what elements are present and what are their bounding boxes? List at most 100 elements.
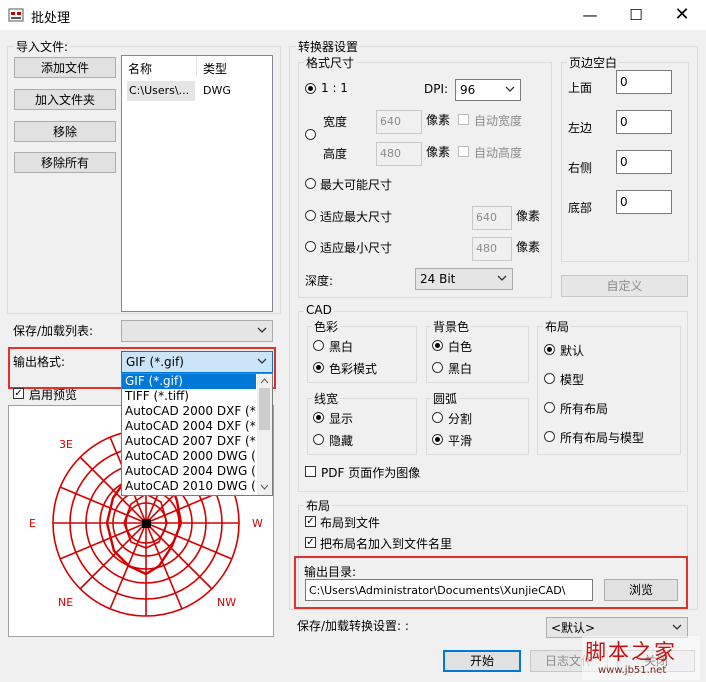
layout-to-file-checkbox[interactable]: ✓ xyxy=(305,516,316,527)
depth-select[interactable]: 24 Bit xyxy=(415,268,513,290)
format-option[interactable]: AutoCAD 2010 DWG (*.dw xyxy=(122,479,256,494)
layout-mode-label: 布局 xyxy=(543,318,572,335)
height-unit-label: 像素 xyxy=(426,145,451,159)
settings-value: <默认> xyxy=(551,621,596,635)
remove-button[interactable]: 移除 xyxy=(14,121,116,142)
height-field[interactable]: 480 xyxy=(376,142,422,166)
app-icon xyxy=(8,8,24,22)
scroll-down-icon[interactable] xyxy=(259,482,270,492)
format-option[interactable]: AutoCAD 2000 DWG (*.dw xyxy=(122,449,256,464)
margin-top-field[interactable]: 0 xyxy=(616,70,672,94)
fit-min-radio[interactable] xyxy=(305,241,316,252)
fit-max-label: 适应最大尺寸 xyxy=(320,210,393,224)
table-row[interactable]: C:\Users\... xyxy=(127,81,195,101)
width-field[interactable]: 640 xyxy=(376,110,422,134)
preview-checkbox[interactable]: ✓ xyxy=(13,388,24,399)
format-option[interactable]: AutoCAD 2000 DXF (*.dxf xyxy=(122,404,256,419)
file-type-cell: DWG xyxy=(203,84,231,97)
fit-max-field[interactable]: 640 xyxy=(472,206,512,230)
lineweight-hide-label: 隐藏 xyxy=(329,434,354,448)
background-white-radio[interactable] xyxy=(432,340,443,351)
settings-select[interactable]: <默认> xyxy=(546,617,688,638)
width-label: 宽度 xyxy=(323,115,348,129)
width-unit-label: 像素 xyxy=(426,113,451,127)
fit-max-radio[interactable] xyxy=(305,210,316,221)
add-layout-name-checkbox[interactable]: ✓ xyxy=(305,537,316,548)
color-label: 色彩 xyxy=(312,318,341,335)
preview-label-sw: NE xyxy=(58,596,73,609)
custom-button[interactable]: 自定义 xyxy=(561,275,688,297)
column-name-header[interactable]: 名称 xyxy=(128,60,152,77)
format-dropdown-list[interactable]: GIF (*.gif) TIFF (*.tiff) AutoCAD 2000 D… xyxy=(121,373,273,496)
scroll-thumb[interactable] xyxy=(259,388,270,430)
auto-width-checkbox[interactable] xyxy=(458,114,469,125)
start-button[interactable]: 开始 xyxy=(443,650,521,672)
color-mode-radio[interactable] xyxy=(313,362,324,373)
max-possible-label: 最大可能尺寸 xyxy=(320,178,393,192)
format-option[interactable]: AutoCAD 2007 DXF (*.dxf xyxy=(122,434,256,449)
layout-all-label: 所有布局 xyxy=(560,402,609,416)
format-option[interactable]: GIF (*.gif) xyxy=(122,374,256,389)
ratio-radio[interactable] xyxy=(305,83,316,94)
margin-right-field[interactable]: 0 xyxy=(616,150,672,174)
color-mode-label: 色彩模式 xyxy=(329,362,378,376)
save-load-settings-label: 保存/加载转换设置: : xyxy=(297,619,409,633)
dropdown-scrollbar[interactable] xyxy=(257,374,272,495)
margin-bottom-field[interactable]: 0 xyxy=(616,190,672,214)
arc-split-radio[interactable] xyxy=(432,412,443,423)
format-option[interactable]: AutoCAD 2004 DWG (*.dw xyxy=(122,464,256,479)
lineweight-label: 线宽 xyxy=(312,390,341,407)
title-bar: 批处理 — ☐ ✕ xyxy=(0,0,706,30)
background-label: 背景色 xyxy=(431,318,472,335)
color-bw-radio[interactable] xyxy=(313,340,324,351)
close-icon[interactable]: ✕ xyxy=(659,0,705,30)
margins-label: 页边空白 xyxy=(567,54,620,71)
pdf-as-image-checkbox[interactable] xyxy=(305,466,316,477)
cad-label: CAD xyxy=(304,303,334,317)
remove-all-button[interactable]: 移除所有 xyxy=(14,152,116,173)
dpi-select[interactable]: 96 xyxy=(455,79,521,101)
watermark-brand: 脚本之家 xyxy=(585,640,677,664)
lineweight-show-radio[interactable] xyxy=(313,412,324,423)
margin-left-label: 左边 xyxy=(568,121,593,135)
layout-all-model-radio[interactable] xyxy=(544,431,555,442)
preview-label-w: E xyxy=(29,517,36,530)
maximize-icon[interactable]: ☐ xyxy=(613,0,659,30)
minimize-icon[interactable]: — xyxy=(567,0,613,30)
max-possible-radio[interactable] xyxy=(305,178,316,189)
column-type-header[interactable]: 类型 xyxy=(203,60,227,77)
depth-value: 24 Bit xyxy=(420,272,456,286)
dpi-label: DPI: xyxy=(424,82,449,96)
add-file-button[interactable]: 添加文件 xyxy=(14,57,116,78)
auto-width-label: 自动宽度 xyxy=(474,114,523,128)
chevron-down-icon xyxy=(257,327,267,333)
chevron-down-icon xyxy=(505,86,515,92)
layout-to-file-label: 布局到文件 xyxy=(320,516,381,530)
custom-size-radio[interactable] xyxy=(305,129,316,140)
preview-label-e: W xyxy=(252,517,263,530)
layout-default-radio[interactable] xyxy=(544,344,555,355)
lineweight-hide-radio[interactable] xyxy=(313,434,324,445)
arc-smooth-label: 平滑 xyxy=(448,434,473,448)
margin-left-field[interactable]: 0 xyxy=(616,110,672,134)
chevron-down-icon xyxy=(672,624,682,630)
layout-default-label: 默认 xyxy=(560,344,585,358)
save-load-list-select[interactable] xyxy=(121,320,273,342)
arc-smooth-radio[interactable] xyxy=(432,434,443,445)
import-files-label: 导入文件: xyxy=(14,38,71,55)
chevron-down-icon xyxy=(497,275,507,281)
converter-settings-label: 转换器设置 xyxy=(296,38,361,55)
format-option[interactable]: AutoCAD 2004 DXF (*.dxf xyxy=(122,419,256,434)
fit-min-field[interactable]: 480 xyxy=(472,237,512,261)
add-folder-button[interactable]: 加入文件夹 xyxy=(14,89,116,110)
background-bw-radio[interactable] xyxy=(432,362,443,373)
layout-model-radio[interactable] xyxy=(544,373,555,384)
auto-height-checkbox[interactable] xyxy=(458,146,469,157)
file-list[interactable]: 名称 类型 C:\Users\... DWG xyxy=(121,55,273,312)
fit-min-unit-label: 像素 xyxy=(516,240,541,254)
margin-top-label: 上面 xyxy=(568,81,593,95)
layout-all-radio[interactable] xyxy=(544,402,555,413)
layout-file-label: 布局 xyxy=(304,497,333,514)
format-option[interactable]: TIFF (*.tiff) xyxy=(122,389,256,404)
scroll-up-icon[interactable] xyxy=(259,376,270,386)
